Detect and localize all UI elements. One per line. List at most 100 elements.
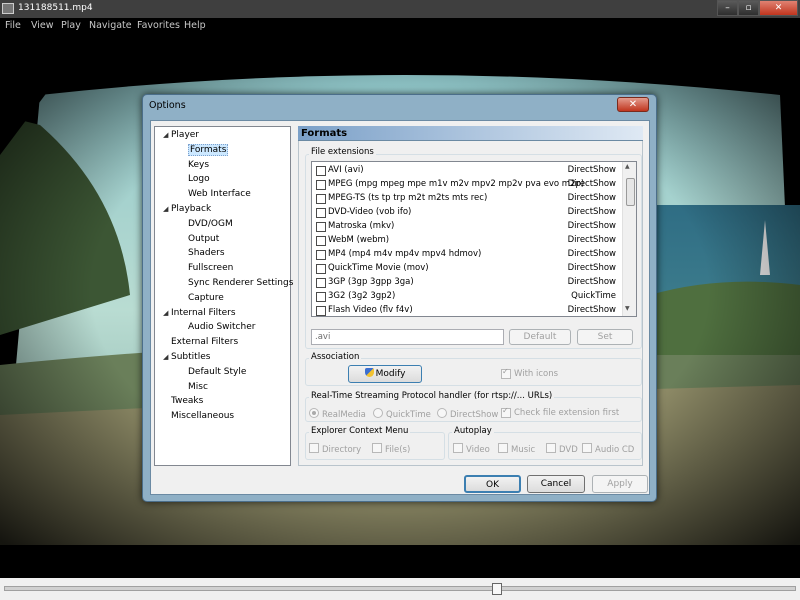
maximize-button[interactable]: ▫ [738,0,759,16]
checkbox-icon [501,369,511,379]
tree-item-label: Fullscreen [188,263,234,274]
menu-view[interactable]: View [31,20,54,31]
extension-row[interactable]: QuickTime Movie (mov) DirectShow [316,261,616,275]
tree-expander-icon[interactable]: ◢ [163,309,171,317]
apply-button[interactable]: Apply [592,475,648,493]
tree-item-label: Keys [188,159,210,170]
extension-source: DirectShow [567,305,616,315]
tree-item-web-interface[interactable]: Web Interface [188,189,251,199]
tree-item-internal-filters[interactable]: ◢ Internal Filters [163,308,236,318]
tree-item-formats[interactable]: Formats [188,143,229,156]
tree-item-tweaks[interactable]: Tweaks [163,396,203,406]
tree-item-logo[interactable]: Logo [188,174,210,184]
tree-item-subtitles[interactable]: ◢ Subtitles [163,352,210,362]
scroll-down-icon[interactable]: ▼ [625,305,630,312]
extension-checkbox[interactable] [316,222,326,232]
extension-row[interactable]: WebM (webm) DirectShow [316,233,616,247]
tree-expander-icon[interactable]: ◢ [163,131,171,139]
autoplay-video-checkbox[interactable]: Video [453,443,490,455]
radio-icon [373,408,383,418]
extension-row[interactable]: Matroska (mkv) DirectShow [316,219,616,233]
list-scrollbar[interactable]: ▲ ▼ [622,162,636,316]
extension-row[interactable]: MPEG-TS (ts tp trp m2t m2ts mts rec) Dire… [316,191,616,205]
extension-row[interactable]: MPEG (mpg mpeg mpe m1v m2v mpv2 mp2v pva… [316,177,616,191]
scroll-up-icon[interactable]: ▲ [625,163,630,170]
extension-row[interactable]: AVI (avi) DirectShow [316,163,616,177]
menu-navigate[interactable]: Navigate [89,20,132,31]
extension-name: WebM (webm) [328,235,390,245]
files-checkbox[interactable]: File(s) [372,443,410,455]
cancel-button[interactable]: Cancel [527,475,585,493]
minimize-button[interactable]: – [717,0,738,16]
extension-row[interactable]: DVD-Video (vob ifo) DirectShow [316,205,616,219]
radio-quicktime[interactable]: QuickTime [373,408,431,420]
close-window-button[interactable]: ✕ [759,0,798,16]
extension-checkbox[interactable] [316,306,326,316]
modify-button[interactable]: Modify [348,365,422,383]
tree-expander-icon[interactable]: ◢ [163,205,171,213]
menu-favorites[interactable]: Favorites [137,20,180,31]
tree-item-player[interactable]: ◢ Player [163,130,199,140]
extension-checkbox[interactable] [316,208,326,218]
tree-item-audio-switcher[interactable]: Audio Switcher [188,322,255,332]
autoplay-music-checkbox[interactable]: Music [498,443,535,455]
scroll-thumb[interactable] [626,178,635,206]
extension-input[interactable]: .avi [311,329,504,345]
extension-source: DirectShow [567,193,616,203]
autoplay-label: Autoplay [452,426,494,436]
tree-expander-icon[interactable]: ◢ [163,353,171,361]
autoplay-video-label: Video [466,445,490,455]
menu-file[interactable]: File [5,20,21,31]
extension-checkbox[interactable] [316,250,326,260]
tree-item-external-filters[interactable]: External Filters [163,337,238,347]
menu-play[interactable]: Play [61,20,81,31]
dialog-close-button[interactable]: ✕ [617,97,649,112]
with-icons-checkbox[interactable]: With icons [501,369,558,379]
tree-item-fullscreen[interactable]: Fullscreen [188,263,233,273]
tree-item-default-style[interactable]: Default Style [188,367,246,377]
autoplay-audiocd-checkbox[interactable]: Audio CD [582,443,634,455]
extension-list[interactable]: AVI (avi) DirectShow MPEG (mpg mpeg mpe m1… [311,161,637,317]
extension-source: DirectShow [567,277,616,287]
tree-item-sync-renderer-settings[interactable]: Sync Renderer Settings [188,278,293,288]
menu-help[interactable]: Help [184,20,206,31]
tree-item-capture[interactable]: Capture [188,293,224,303]
radio-realmedia[interactable]: RealMedia [309,408,366,420]
radio-icon [437,408,447,418]
tree-item-dvd-ogm[interactable]: DVD/OGM [188,219,233,229]
extension-checkbox[interactable] [316,180,326,190]
options-tree: ◢ Player Formats Keys Logo Web Interface ◢ Play… [154,126,293,466]
check-extension-checkbox[interactable]: Check file extension first [501,408,619,418]
radio-realmedia-label: RealMedia [322,410,366,420]
set-button[interactable]: Set [577,329,633,345]
extension-row[interactable]: MP4 (mp4 m4v mp4v mpv4 hdmov) DirectShow [316,247,616,261]
extension-checkbox[interactable] [316,236,326,246]
extension-checkbox[interactable] [316,278,326,288]
extension-name: MPEG-TS (ts tp trp m2t m2ts mts rec) [328,193,488,203]
directory-checkbox[interactable]: Directory [309,443,361,455]
extension-checkbox[interactable] [316,166,326,176]
radio-directshow[interactable]: DirectShow [437,408,498,420]
seek-bar[interactable] [4,586,796,591]
tree-item-misc[interactable]: Misc [188,382,208,392]
autoplay-dvd-checkbox[interactable]: DVD [546,443,578,455]
default-button[interactable]: Default [509,329,571,345]
radio-quicktime-label: QuickTime [386,410,431,420]
extension-row[interactable]: 3GP (3gp 3gpp 3ga) DirectShow [316,275,616,289]
extension-checkbox[interactable] [316,194,326,204]
tree-item-miscellaneous[interactable]: Miscellaneous [163,411,234,421]
extension-checkbox[interactable] [316,264,326,274]
tree-item-shaders[interactable]: Shaders [188,248,225,258]
panel-title: Formats [298,126,643,141]
extension-source: DirectShow [567,249,616,259]
tree-item-keys[interactable]: Keys [188,160,209,170]
tree-item-label: Logo [188,174,210,185]
extension-row[interactable]: 3G2 (3g2 3gp2) QuickTime [316,289,616,303]
tree-item-playback[interactable]: ◢ Playback [163,204,211,214]
ok-button[interactable]: OK [464,475,521,493]
tree-item-output[interactable]: Output [188,234,219,244]
extension-row[interactable]: Flash Video (flv f4v) DirectShow [316,303,616,316]
seek-handle[interactable] [492,583,502,595]
tree-item-label: Web Interface [188,189,251,200]
extension-checkbox[interactable] [316,292,326,302]
